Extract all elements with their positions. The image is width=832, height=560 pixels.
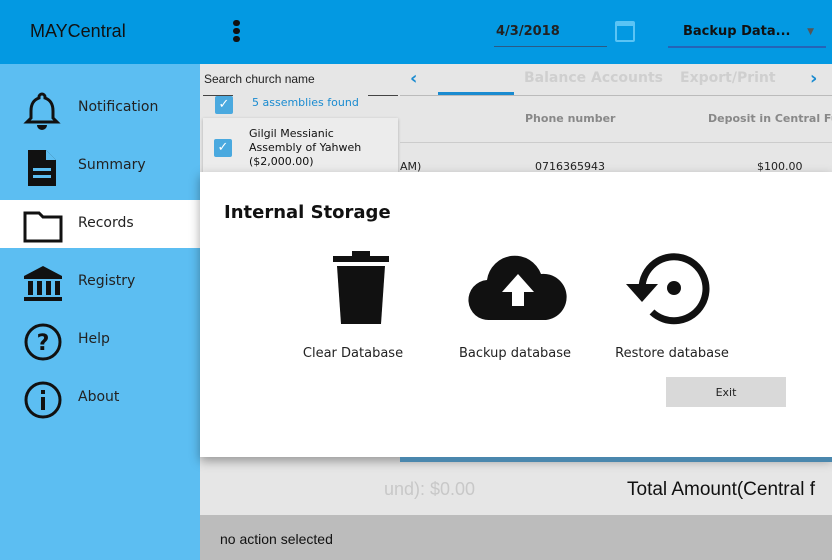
select-all-checkbox[interactable]: ✓	[215, 96, 233, 114]
column-header-phone: Phone number	[525, 112, 616, 125]
item-checkbox[interactable]: ✓	[214, 139, 232, 157]
dialog-title: Internal Storage	[224, 202, 391, 223]
calendar-icon[interactable]	[615, 21, 635, 42]
cloud-upload-icon[interactable]	[468, 254, 568, 322]
sidebar-item-label: Notification	[78, 99, 159, 115]
backup-database-button[interactable]: Backup database	[445, 346, 585, 361]
clear-database-button[interactable]: Clear Database	[283, 346, 423, 361]
help-icon: ?	[24, 323, 62, 361]
sidebar: Notification Summary Records Registry ? …	[0, 64, 200, 560]
chevron-right-icon[interactable]: ›	[810, 68, 817, 89]
svg-text:?: ?	[37, 331, 50, 356]
sidebar-item-about[interactable]: About	[0, 374, 200, 422]
menu-vertical-icon[interactable]	[233, 20, 241, 44]
bell-icon	[23, 92, 61, 130]
tab-indicator	[438, 92, 514, 95]
church-name: Gilgil Messianic Assembly of Yahweh ($2,…	[249, 127, 362, 168]
app-title: MAYCentral	[30, 21, 126, 41]
progress-bar	[400, 457, 832, 462]
info-icon	[24, 381, 62, 419]
sidebar-item-label: Summary	[78, 157, 146, 173]
search-input[interactable]: Search church name	[204, 72, 315, 86]
action-select-value: Backup Data...	[683, 24, 791, 39]
search-underline	[368, 95, 398, 96]
dropdown-arrow-icon: ▼	[807, 27, 814, 37]
exit-button[interactable]: Exit	[666, 377, 786, 407]
folder-icon	[23, 211, 63, 243]
status-text: no action selected	[220, 531, 333, 547]
divider	[400, 142, 832, 143]
sidebar-item-label: About	[78, 389, 120, 405]
sidebar-item-registry[interactable]: Registry	[0, 258, 200, 306]
chevron-left-icon[interactable]: ‹	[410, 68, 417, 89]
total-amount-label: Total Amount(Central f	[627, 479, 815, 500]
document-icon	[28, 150, 56, 186]
assemblies-count: 5 assemblies found	[252, 96, 359, 109]
tab-balance-accounts[interactable]: Balance Accounts	[524, 70, 663, 86]
sidebar-item-label: Registry	[78, 273, 136, 289]
restore-icon[interactable]	[624, 250, 714, 326]
sidebar-item-help[interactable]: ? Help	[0, 316, 200, 364]
trash-icon[interactable]	[332, 250, 392, 326]
sidebar-item-label: Help	[78, 331, 110, 347]
bank-icon	[24, 266, 62, 301]
sidebar-item-label: Records	[78, 215, 134, 231]
restore-database-button[interactable]: Restore database	[602, 346, 742, 361]
sidebar-item-summary[interactable]: Summary	[0, 142, 200, 190]
tab-export-print[interactable]: Export/Print	[680, 70, 776, 86]
date-field[interactable]: 4/3/2018	[494, 20, 607, 47]
central-fund-total: und): $0.00	[384, 479, 476, 499]
sidebar-item-notification[interactable]: Notification	[0, 84, 200, 132]
sidebar-item-records[interactable]: Records	[0, 200, 200, 248]
action-select[interactable]: Backup Data... ▼	[668, 20, 826, 48]
column-header-deposit: Deposit in Central Fu	[708, 112, 832, 125]
